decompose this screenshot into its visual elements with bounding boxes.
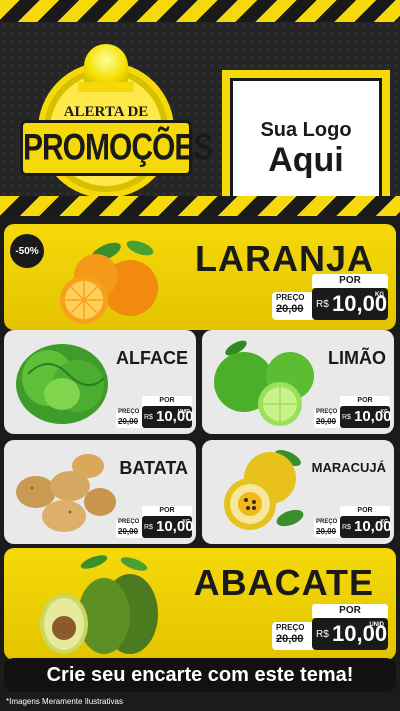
product-card-limao[interactable]: LIMÃO POR PREÇO 20,00 R$ 10,00 KG (202, 330, 394, 434)
header: PROMOÇÕES ALERTA DE Sua Logo Aqui (0, 22, 400, 226)
old-price: PREÇO 20,00 (272, 622, 316, 650)
price-unit: KG (380, 409, 389, 415)
alert-badge: PROMOÇÕES ALERTA DE (20, 44, 213, 198)
old-price-label: PREÇO (118, 519, 140, 525)
currency: R$ (316, 299, 329, 310)
price-unit: KG (380, 519, 389, 525)
price-unit: KG (375, 292, 384, 298)
hazard-stripe-middle (0, 196, 400, 216)
price-tag: POR PREÇO 20,00 R$ 10,00 UNID (272, 604, 388, 652)
siren-icon (84, 44, 128, 84)
logo-text-line2: Aqui (268, 140, 344, 179)
old-price-label: PREÇO (276, 293, 305, 302)
badge-banner: PROMOÇÕES (20, 120, 213, 176)
old-price-value: 20,00 (276, 303, 304, 315)
new-price: R$ 10,00 UNID (312, 618, 388, 650)
currency: R$ (342, 524, 351, 531)
cta-banner[interactable]: Crie seu encarte com este tema! (4, 658, 396, 692)
product-name: ALFACE (116, 348, 188, 368)
price-tag: POR PREÇO 20,00 R$ 10,00 KG (314, 506, 392, 540)
price-unit: UNID (369, 622, 384, 628)
orange-icon (60, 240, 158, 324)
product-card-alface[interactable]: ALFACE POR PREÇO 20,00 R$ 10,00 UNID (4, 330, 196, 434)
product-card-abacate[interactable]: ABACATE POR PREÇO 20,00 R$ 10,00 UNID (4, 548, 396, 660)
old-price-value: 20,00 (118, 417, 139, 426)
passion-fruit-icon (224, 449, 304, 530)
price-tag: POR PREÇO 20,00 R$ 10,00 KG (314, 396, 392, 430)
currency: R$ (144, 524, 153, 531)
discount-badge: -50% (10, 234, 44, 268)
currency: R$ (144, 414, 153, 421)
old-price-label: PREÇO (276, 623, 305, 632)
lettuce-icon (16, 344, 108, 424)
hazard-stripe-top (0, 0, 400, 22)
new-price: R$ 10,00 KG (340, 516, 392, 538)
promo-flyer: PROMOÇÕES ALERTA DE Sua Logo Aqui -50% L… (0, 0, 400, 711)
old-price: PREÇO 20,00 (116, 409, 144, 428)
siren-base (78, 82, 134, 92)
potato-icon (16, 454, 116, 532)
old-price: PREÇO 20,00 (116, 519, 144, 538)
product-card-maracuja[interactable]: MARACUJÁ POR PREÇO 20,00 R$ 10,00 KG (202, 440, 394, 544)
old-price-label: PREÇO (316, 409, 338, 415)
price-tag: POR PREÇO 20,00 R$ 10,00 KG (272, 274, 388, 322)
old-price: PREÇO 20,00 (272, 292, 316, 320)
currency: R$ (316, 629, 329, 640)
price-tag: POR PREÇO 20,00 R$ 10,00 KG (116, 506, 194, 540)
currency: R$ (342, 414, 351, 421)
product-name: ABACATE (193, 562, 374, 603)
footnote: *Imagens Meramente Ilustrativas (6, 697, 123, 706)
logo-text-line1: Sua Logo (260, 118, 352, 141)
price-por-label: POR (312, 274, 388, 288)
product-card-laranja[interactable]: -50% LARANJA POR PREÇO 20,00 R$ 10,00 KG (4, 224, 396, 330)
price-por-label: POR (312, 604, 388, 618)
lime-icon (214, 340, 314, 426)
price-unit: KG (182, 519, 191, 525)
new-price: R$ 10,00 KG (142, 516, 194, 538)
old-price-value: 20,00 (316, 527, 337, 536)
price-por-label: POR (142, 506, 192, 516)
product-grid: -50% LARANJA POR PREÇO 20,00 R$ 10,00 KG… (0, 216, 400, 711)
product-name: MARACUJÁ (311, 460, 386, 475)
price-por-label: POR (340, 506, 390, 516)
new-price: R$ 10,00 UNID (142, 406, 194, 428)
product-name: LIMÃO (328, 348, 386, 368)
new-price: R$ 10,00 KG (312, 288, 388, 320)
avocado-icon (40, 555, 158, 654)
price-unit: UNID (177, 409, 190, 415)
old-price-label: PREÇO (118, 409, 140, 415)
old-price-label: PREÇO (316, 519, 338, 525)
new-price: R$ 10,00 KG (340, 406, 392, 428)
old-price: PREÇO 20,00 (314, 409, 342, 428)
old-price: PREÇO 20,00 (314, 519, 342, 538)
price-por-label: POR (142, 396, 192, 406)
badge-title: PROMOÇÕES (23, 126, 213, 168)
old-price-value: 20,00 (316, 417, 337, 426)
old-price-value: 20,00 (118, 527, 139, 536)
product-card-batata[interactable]: BATATA POR PREÇO 20,00 R$ 10,00 KG (4, 440, 196, 544)
badge-subtitle: ALERTA DE (63, 104, 149, 120)
product-name: BATATA (119, 458, 188, 478)
price-tag: POR PREÇO 20,00 R$ 10,00 UNID (116, 396, 194, 430)
old-price-value: 20,00 (276, 633, 304, 645)
price-por-label: POR (340, 396, 390, 406)
